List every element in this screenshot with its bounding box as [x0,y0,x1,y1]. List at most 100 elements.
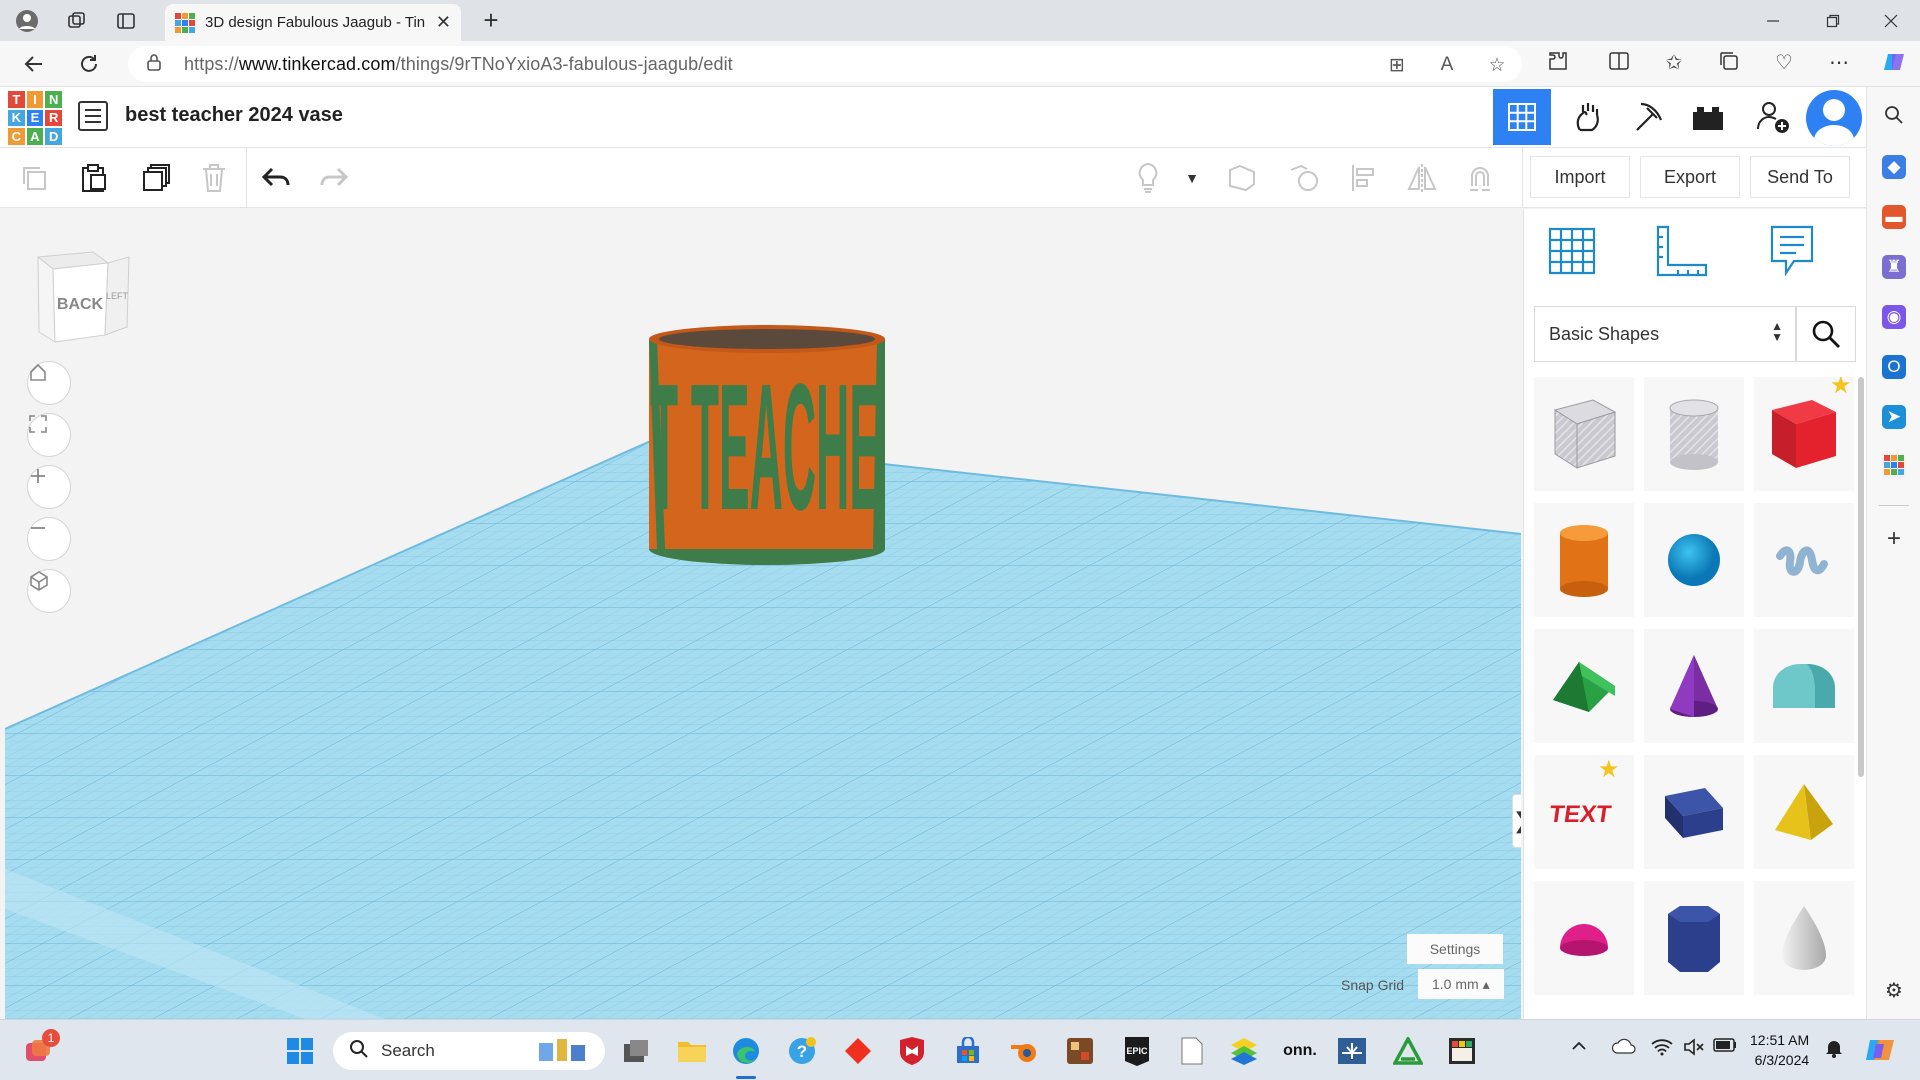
design-title[interactable]: best teacher 2024 vase [125,104,343,127]
notepad-icon[interactable] [1176,1035,1208,1067]
file-explorer-icon[interactable] [676,1035,708,1067]
redo-icon[interactable] [316,160,352,196]
diamond-app-icon[interactable] [842,1035,874,1067]
fit-view-icon[interactable] [27,413,71,457]
split-screen-icon[interactable] [1604,50,1634,78]
undo-icon[interactable] [258,160,294,196]
design-list-icon[interactable] [78,101,108,131]
taskbar-search[interactable]: Search [333,1032,605,1070]
sidebar-add-icon[interactable]: + [1882,527,1906,551]
epic-games-icon[interactable]: EPIC [1120,1035,1154,1067]
shape-polygon[interactable] [1644,881,1744,995]
3d-view-grid-icon[interactable] [1493,89,1551,145]
cruise-magnet-icon[interactable] [1462,160,1498,196]
task-view-icon[interactable] [620,1035,652,1067]
view-cube[interactable]: BACK LEFT [33,247,133,347]
ruler-icon[interactable] [1652,223,1712,283]
user-avatar[interactable] [1806,90,1862,146]
shape-scribble[interactable] [1754,503,1854,617]
more-menu-icon[interactable]: ⋯ [1824,50,1854,75]
vase-object[interactable]: T TEACHE [649,325,885,565]
sidebar-drop-icon[interactable]: ➤ [1882,405,1906,429]
favorites-icon[interactable]: ✩ [1659,50,1689,75]
shape-wedge[interactable] [1644,755,1744,869]
sidebar-m365-icon[interactable]: ◉ [1882,305,1906,329]
zoom-in-icon[interactable] [27,465,71,509]
home-view-icon[interactable] [27,361,71,405]
new-tab-button[interactable]: + [476,6,506,36]
ungroup-icon[interactable] [1286,160,1322,196]
shape-sphere[interactable] [1644,503,1744,617]
workplane-canvas[interactable]: T TEACHE [5,209,1521,1019]
notifications-bell-icon[interactable] [1825,1038,1843,1063]
close-window-icon[interactable] [1862,0,1920,41]
shape-half-sphere[interactable] [1534,881,1634,995]
duplicate-icon[interactable] [138,160,174,196]
snap-grid-select[interactable]: 1.0 mm ▴ [1418,969,1504,999]
read-aloud-icon[interactable]: A [1433,54,1461,76]
paint-app-icon[interactable] [1446,1035,1478,1067]
workspaces-icon[interactable] [62,6,92,36]
onedrive-cloud-icon[interactable] [1611,1038,1636,1059]
sidebar-search-icon[interactable] [1882,105,1906,129]
align-icon[interactable] [1346,160,1382,196]
edge-browser-icon[interactable] [730,1035,762,1067]
settings-button[interactable]: Settings [1407,934,1503,964]
sidebar-shopping-icon[interactable]: ◆ [1882,155,1906,179]
shape-cylinder[interactable] [1534,503,1634,617]
refresh-icon[interactable] [73,49,105,79]
url-field[interactable]: https://www.tinkercad.com/things/9rTNoYx… [128,46,1522,82]
shape-panel-scrollbar[interactable] [1858,377,1864,777]
workplane-viewport[interactable]: T TEACHE BACK LEFT Settings Snap Grid 1.… [5,209,1521,1019]
blender-icon[interactable] [1008,1035,1040,1067]
taskbar-clock[interactable]: 12:51 AM 6/3/2024 [1750,1030,1809,1070]
help-icon[interactable]: ? [786,1035,818,1067]
bluestacks-icon[interactable] [1228,1035,1260,1067]
start-icon[interactable] [284,1035,316,1067]
onn-app-icon[interactable]: onn. [1280,1035,1320,1067]
game-launcher-icon[interactable] [1064,1035,1096,1067]
tray-chevron-icon[interactable] [1571,1038,1587,1056]
sidebar-tinkercad-icon[interactable] [1882,455,1906,479]
shape-text[interactable]: TEXT ★ [1534,755,1634,869]
sidebar-outlook-icon[interactable]: O [1882,355,1906,379]
shape-cylinder-hole[interactable] [1644,377,1744,491]
volume-muted-icon[interactable] [1683,1038,1705,1061]
zoom-out-icon[interactable] [27,517,71,561]
send-to-button[interactable]: Send To [1750,156,1850,198]
panel-collapse-button[interactable]: ❯ [1512,794,1521,848]
sidebar-games-icon[interactable]: ♜ [1882,255,1906,279]
notes-lightbulb-icon[interactable] [1130,160,1166,196]
profile-icon[interactable] [12,6,42,36]
browser-essentials-icon[interactable]: ♡ [1769,50,1799,75]
workplane-icon[interactable] [1544,223,1604,283]
notes-dropdown-icon[interactable]: ▼ [1174,160,1210,196]
invite-user-icon[interactable] [1744,89,1802,145]
codeblocks-icon[interactable] [1559,89,1617,145]
export-button[interactable]: Export [1640,156,1740,198]
back-icon[interactable] [18,49,50,79]
sidebar-tools-icon[interactable]: ▬ [1882,205,1906,229]
flight-sim-icon[interactable] [1336,1035,1368,1067]
wifi-icon[interactable] [1651,1038,1673,1061]
minimize-icon[interactable] [1744,0,1802,41]
microsoft-store-icon[interactable] [952,1035,984,1067]
mirror-icon[interactable] [1404,160,1440,196]
shape-round-roof[interactable] [1754,629,1854,743]
shape-paraboloid[interactable] [1754,881,1854,995]
restore-icon[interactable] [1804,0,1862,41]
copilot-icon[interactable] [1879,50,1909,80]
lock-icon[interactable] [146,53,166,75]
copilot-taskbar-icon[interactable] [1864,1034,1896,1071]
shape-search-icon[interactable] [1796,306,1856,362]
app-available-icon[interactable]: ⊞ [1383,54,1411,77]
extensions-icon[interactable] [1543,50,1573,78]
active-tab[interactable]: 3D design Fabulous Jaagub - Tin ✕ [165,4,461,41]
delete-icon[interactable] [196,160,232,196]
shape-box-hole[interactable] [1534,377,1634,491]
favorite-star-icon[interactable]: ☆ [1483,54,1511,77]
tab-close-icon[interactable]: ✕ [436,12,451,33]
notes-icon[interactable] [1764,223,1824,283]
import-button[interactable]: Import [1530,156,1630,198]
sidebar-settings-icon[interactable]: ⚙ [1882,979,1906,1003]
